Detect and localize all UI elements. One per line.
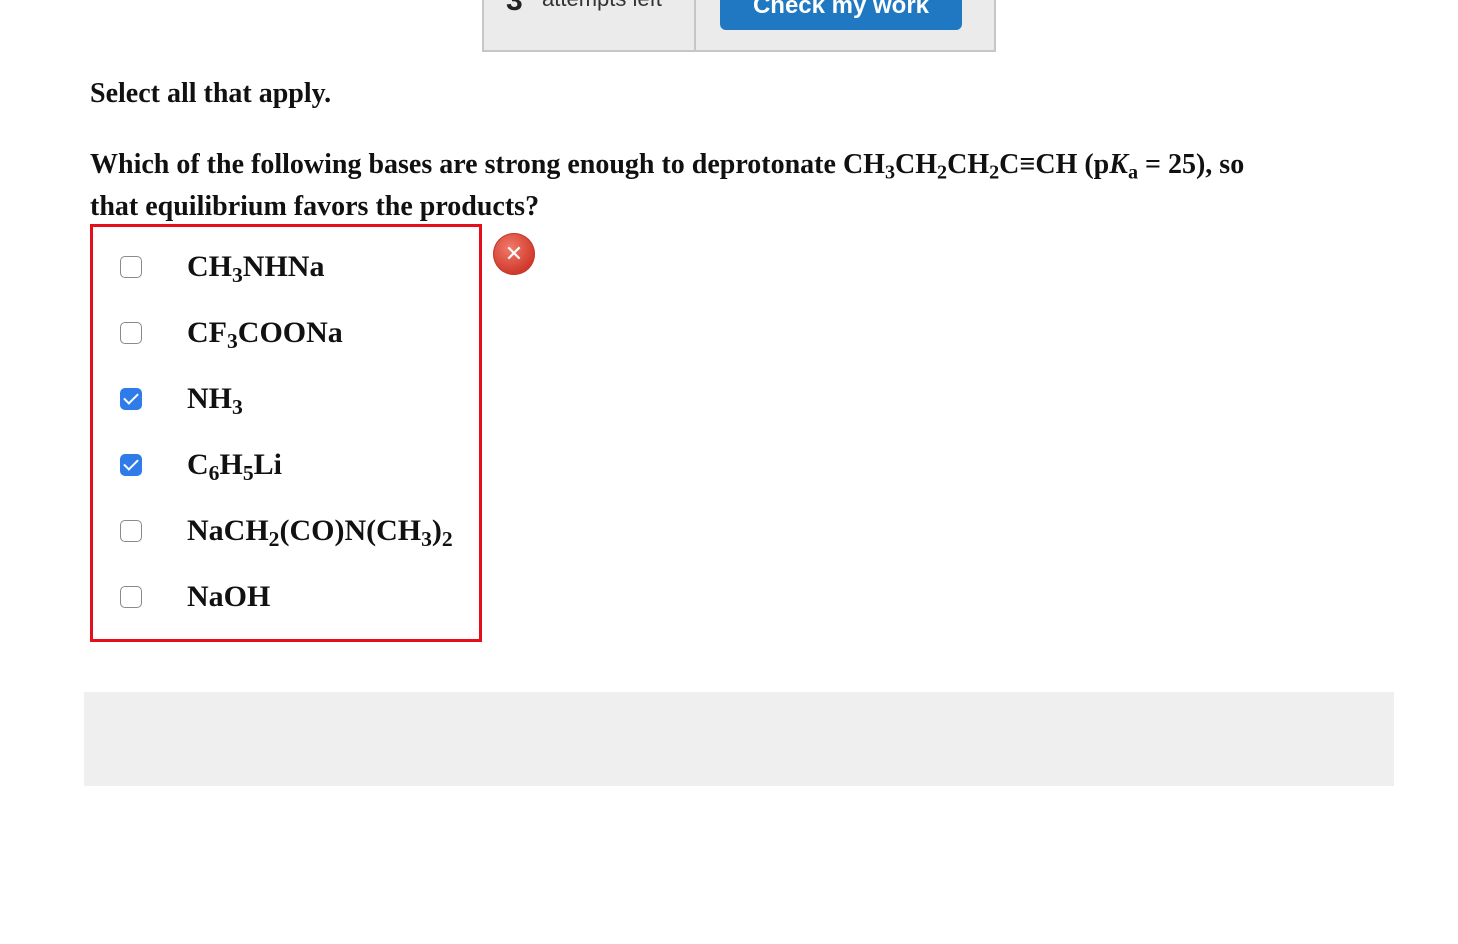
option-label: CF3COONa: [187, 316, 343, 354]
option-ch3nhna[interactable]: CH3NHNa: [93, 243, 479, 295]
question-pka: (pKa = 25), so: [1084, 149, 1245, 184]
check-my-work-button[interactable]: Check my work: [720, 0, 962, 30]
option-checkbox-checked[interactable]: [120, 454, 142, 476]
option-checkbox[interactable]: [120, 256, 142, 278]
assignment-toolbar: 3 attempts left Check my work: [482, 0, 996, 52]
option-nach2conch3[interactable]: NaCH2(CO)N(CH3)2: [93, 507, 479, 559]
x-circle-icon: ✕: [493, 233, 535, 275]
instruction-text: Select all that apply.: [90, 78, 332, 109]
option-nh3[interactable]: NH3: [93, 375, 479, 427]
answer-options-group: CH3NHNa CF3COONa NH3 C6H5Li NaCH2(CO)N(C…: [90, 224, 482, 642]
attempts-count: 3: [506, 0, 523, 17]
option-cf3coona[interactable]: CF3COONa: [93, 309, 479, 361]
option-label: C6H5Li: [187, 448, 282, 486]
option-checkbox[interactable]: [120, 520, 142, 542]
option-label: NaOH: [187, 580, 271, 613]
option-label: CH3NHNa: [187, 250, 325, 288]
option-c6h5li[interactable]: C6H5Li: [93, 441, 479, 493]
option-label: NaCH2(CO)N(CH3)2: [187, 514, 453, 552]
option-naoh[interactable]: NaOH: [93, 573, 479, 625]
attempts-label: attempts left: [542, 0, 662, 14]
option-label: NH3: [187, 382, 243, 420]
option-checkbox[interactable]: [120, 586, 142, 608]
question-text: Which of the following bases are strong …: [90, 144, 1350, 228]
question-formula: CH3CH2CH2C≡CH: [842, 149, 1078, 184]
question-prefix: Which of the following bases are strong …: [90, 149, 843, 180]
toolbar-divider: [694, 0, 696, 50]
option-checkbox-checked[interactable]: [120, 388, 142, 410]
option-checkbox[interactable]: [120, 322, 142, 344]
question-suffix: that equilibrium favors the products?: [90, 191, 540, 222]
footer-panel: [84, 692, 1394, 786]
